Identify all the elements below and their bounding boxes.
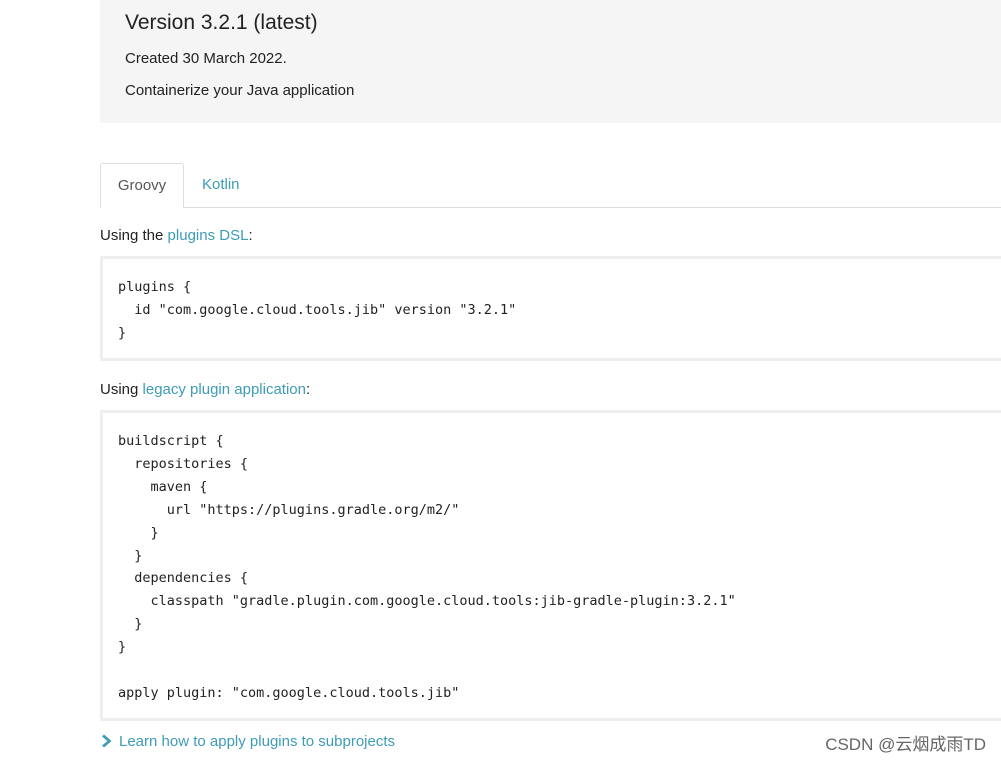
plugin-description: Containerize your Java application — [125, 82, 355, 99]
tab-kotlin[interactable]: Kotlin — [187, 163, 255, 207]
legacy-label-prefix: Using — [100, 381, 143, 398]
chevron-right-icon — [101, 733, 115, 749]
legacy-plugin-link[interactable]: legacy plugin application — [143, 381, 306, 398]
tab-groovy[interactable]: Groovy — [100, 163, 184, 208]
version-header: Version 3.2.1 (latest) Created 30 March … — [100, 0, 1001, 123]
legacy-label-suffix: : — [305, 381, 311, 398]
legacy-section-label: Using legacy plugin application: — [100, 381, 310, 398]
dsl-section-label: Using the plugins DSL: — [100, 227, 253, 244]
legacy-code-block: buildscript { repositories { maven { url… — [100, 410, 1001, 721]
learn-link-text: Learn how to apply plugins to subproject… — [119, 733, 396, 750]
version-created-date: Created 30 March 2022. — [125, 50, 287, 67]
dsl-code: plugins { id "com.google.cloud.tools.jib… — [118, 279, 517, 341]
learn-subprojects-link[interactable]: Learn how to apply plugins to subproject… — [101, 731, 395, 753]
plugins-dsl-link[interactable]: plugins DSL — [168, 227, 249, 244]
version-title: Version 3.2.1 (latest) — [125, 11, 318, 34]
csdn-watermark: CSDN @云烟成雨TD — [825, 735, 986, 754]
dsl-label-suffix: : — [248, 227, 253, 244]
dsl-code-block: plugins { id "com.google.cloud.tools.jib… — [100, 256, 1001, 361]
language-tabs: Groovy Kotlin — [100, 163, 1001, 208]
dsl-label-prefix: Using the — [100, 227, 168, 244]
legacy-code: buildscript { repositories { maven { url… — [118, 433, 736, 701]
